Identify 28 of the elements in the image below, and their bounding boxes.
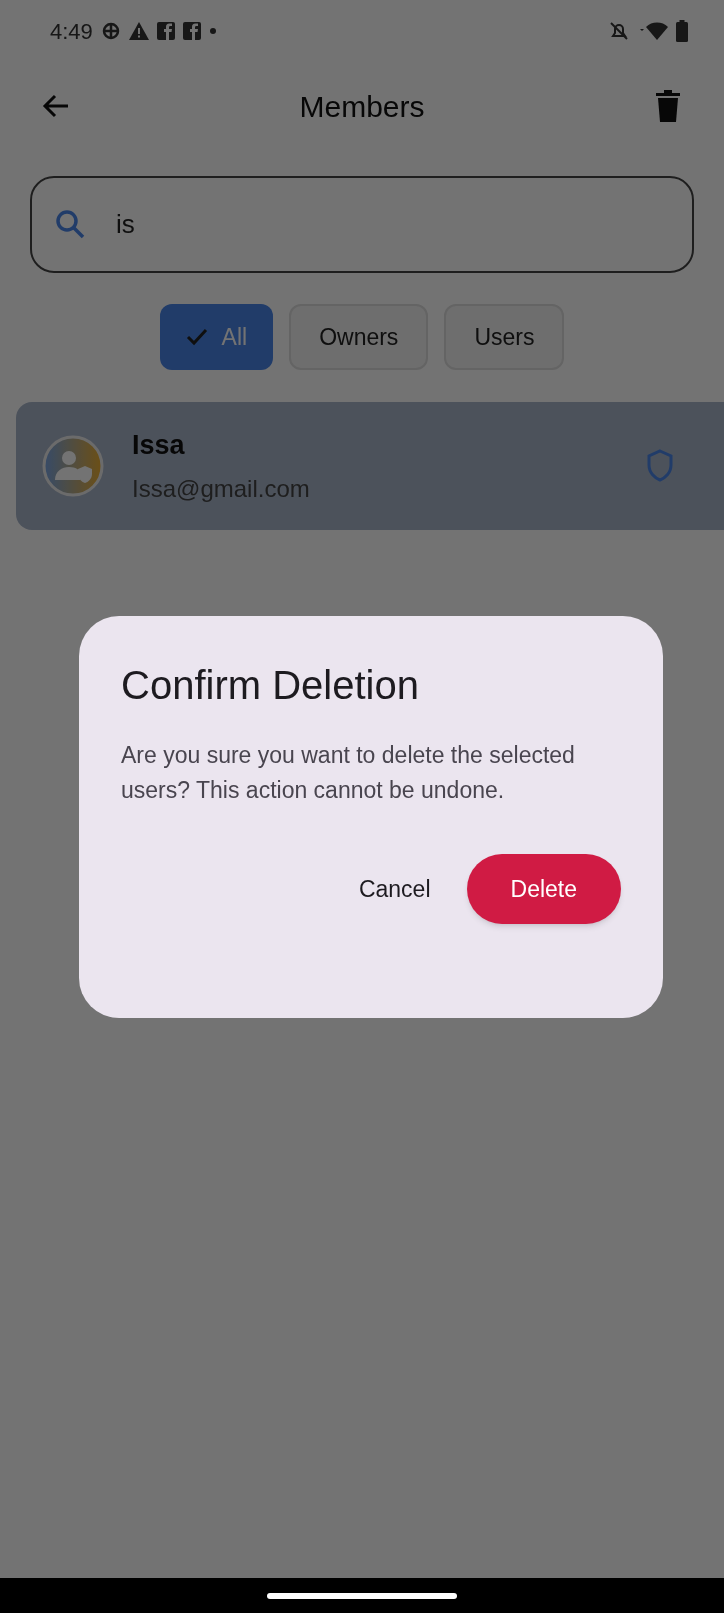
home-indicator[interactable] (267, 1592, 457, 1599)
member-row[interactable]: Issa Issa@gmail.com (16, 402, 724, 530)
avatar-icon (42, 435, 104, 497)
wifi-icon (638, 21, 668, 41)
cancel-button[interactable]: Cancel (338, 854, 451, 924)
shield-icon (646, 449, 674, 483)
search-field[interactable]: is (30, 176, 694, 273)
back-arrow-icon (42, 94, 70, 118)
notification-icon (156, 22, 175, 40)
member-name: Issa (132, 428, 186, 462)
status-time: 4:49 (50, 17, 93, 46)
member-email: Issa@gmail.com (132, 474, 311, 505)
dialog-title: Confirm Deletion (121, 662, 420, 709)
warning-icon (128, 22, 149, 40)
filter-chip[interactable]: Owners (289, 304, 429, 370)
trash-icon (656, 90, 680, 122)
notification-icon (182, 22, 201, 40)
battery-icon (676, 20, 688, 42)
delete-button[interactable]: Delete (466, 854, 621, 924)
muted-bell-icon (608, 20, 630, 42)
dot-icon (208, 27, 217, 35)
dialog-message: Are you sure you want to delete the selected users? This action cannot be undone. (121, 741, 576, 805)
crosshair-icon (100, 21, 121, 41)
page-title: Members (299, 88, 425, 125)
filter-chip[interactable]: Users (444, 304, 565, 370)
check-icon (185, 328, 208, 346)
search-icon (54, 208, 86, 240)
filter-chip[interactable]: All (159, 304, 274, 370)
